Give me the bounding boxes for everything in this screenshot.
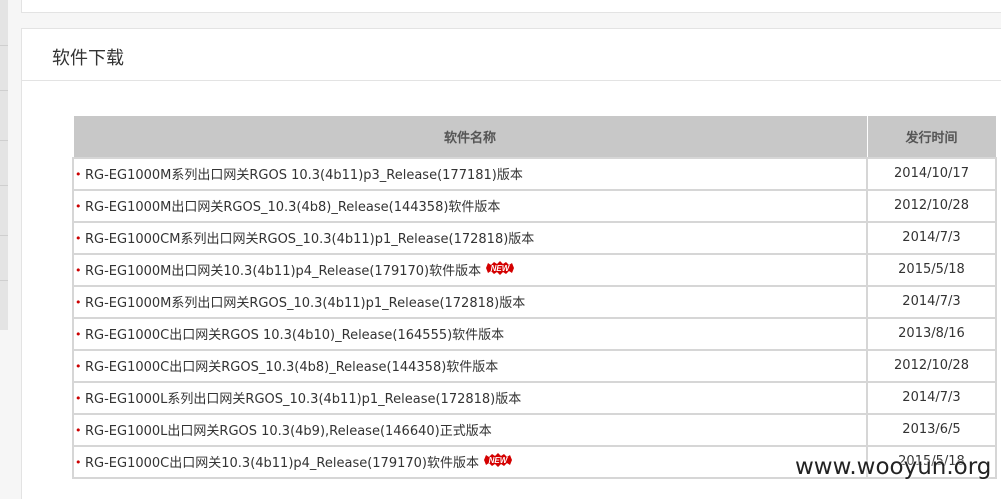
software-download-link[interactable]: RG-EG1000C出口网关RGOS_10.3(4b8)_Release(144… bbox=[85, 360, 498, 375]
bullet-icon: • bbox=[75, 295, 82, 309]
table-row: • RG-EG1000C出口网关RGOS_10.3(4b8)_Release(1… bbox=[72, 348, 997, 383]
bullet-icon: • bbox=[75, 167, 82, 181]
software-name-cell: • RG-EG1000M系列出口网关RGOS 10.3(4b11)p3_Rele… bbox=[72, 156, 868, 191]
left-sidebar-edge bbox=[0, 0, 8, 330]
new-badge-text: NEW bbox=[491, 264, 511, 273]
new-badge-text: NEW bbox=[489, 456, 509, 465]
table-header-row: 软件名称 发行时间 bbox=[72, 115, 997, 158]
release-date-cell: 2012/10/28 bbox=[866, 188, 997, 223]
release-date-cell: 2012/10/28 bbox=[866, 348, 997, 383]
column-header-name: 软件名称 bbox=[72, 115, 868, 158]
release-date-cell: 2015/5/18 bbox=[866, 252, 997, 287]
bullet-icon: • bbox=[75, 391, 82, 405]
bullet-icon: • bbox=[75, 359, 82, 373]
bullet-icon: • bbox=[75, 327, 82, 341]
table-row: • RG-EG1000M出口网关10.3(4b11)p4_Release(179… bbox=[72, 252, 997, 287]
software-download-link[interactable]: RG-EG1000CM系列出口网关RGOS_10.3(4b11)p1_Relea… bbox=[85, 232, 534, 247]
download-table: 软件名称 发行时间 • RG-EG1000M系列出口网关RGOS 10.3(4b… bbox=[72, 115, 997, 479]
release-date-cell: 2014/7/3 bbox=[866, 220, 997, 255]
table-row: • RG-EG1000L出口网关RGOS 10.3(4b9),Release(1… bbox=[72, 412, 997, 447]
bullet-icon: • bbox=[75, 423, 82, 437]
software-name-cell: • RG-EG1000C出口网关RGOS 10.3(4b10)_Release(… bbox=[72, 316, 868, 351]
bullet-icon: • bbox=[75, 263, 82, 277]
software-download-link[interactable]: RG-EG1000C出口网关10.3(4b11)p4_Release(17917… bbox=[85, 456, 479, 471]
software-download-link[interactable]: RG-EG1000M出口网关10.3(4b11)p4_Release(17917… bbox=[85, 264, 481, 279]
table-row: • RG-EG1000M系列出口网关RGOS_10.3(4b11)p1_Rele… bbox=[72, 284, 997, 319]
table-row: • RG-EG1000C出口网关RGOS 10.3(4b10)_Release(… bbox=[72, 316, 997, 351]
software-download-link[interactable]: RG-EG1000M系列出口网关RGOS 10.3(4b11)p3_Releas… bbox=[85, 168, 523, 183]
panel-header: 软件下载 bbox=[22, 29, 1001, 81]
software-name-cell: • RG-EG1000L出口网关RGOS 10.3(4b9),Release(1… bbox=[72, 412, 868, 447]
previous-panel bbox=[21, 0, 1001, 13]
table-row: • RG-EG1000L系列出口网关RGOS_10.3(4b11)p1_Rele… bbox=[72, 380, 997, 415]
panel-title: 软件下载 bbox=[52, 48, 124, 69]
column-header-date: 发行时间 bbox=[866, 115, 997, 158]
release-date-cell: 2014/10/17 bbox=[866, 156, 997, 191]
new-badge-icon: NEW bbox=[482, 452, 514, 471]
software-name-cell: • RG-EG1000M出口网关RGOS_10.3(4b8)_Release(1… bbox=[72, 188, 868, 223]
software-download-link[interactable]: RG-EG1000M系列出口网关RGOS_10.3(4b11)p1_Releas… bbox=[85, 296, 525, 311]
software-download-link[interactable]: RG-EG1000L出口网关RGOS 10.3(4b9),Release(146… bbox=[85, 424, 492, 439]
bullet-icon: • bbox=[75, 231, 82, 245]
software-name-cell: • RG-EG1000CM系列出口网关RGOS_10.3(4b11)p1_Rel… bbox=[72, 220, 868, 255]
software-name-cell: • RG-EG1000C出口网关RGOS_10.3(4b8)_Release(1… bbox=[72, 348, 868, 383]
new-badge-icon: NEW bbox=[484, 260, 516, 279]
software-name-cell: • RG-EG1000M出口网关10.3(4b11)p4_Release(179… bbox=[72, 252, 868, 287]
software-download-link[interactable]: RG-EG1000M出口网关RGOS_10.3(4b8)_Release(144… bbox=[85, 200, 500, 215]
table-row: • RG-EG1000CM系列出口网关RGOS_10.3(4b11)p1_Rel… bbox=[72, 220, 997, 255]
software-name-cell: • RG-EG1000M系列出口网关RGOS_10.3(4b11)p1_Rele… bbox=[72, 284, 868, 319]
software-name-cell: • RG-EG1000C出口网关10.3(4b11)p4_Release(179… bbox=[72, 444, 868, 479]
table-row: • RG-EG1000M出口网关RGOS_10.3(4b8)_Release(1… bbox=[72, 188, 997, 223]
bullet-icon: • bbox=[75, 199, 82, 213]
release-date-cell: 2014/7/3 bbox=[866, 380, 997, 415]
bullet-icon: • bbox=[75, 455, 82, 469]
software-download-link[interactable]: RG-EG1000C出口网关RGOS 10.3(4b10)_Release(16… bbox=[85, 328, 504, 343]
software-name-cell: • RG-EG1000L系列出口网关RGOS_10.3(4b11)p1_Rele… bbox=[72, 380, 868, 415]
release-date-cell: 2014/7/3 bbox=[866, 284, 997, 319]
watermark: www.wooyun.org bbox=[795, 454, 992, 480]
release-date-cell: 2013/8/16 bbox=[866, 316, 997, 351]
software-download-link[interactable]: RG-EG1000L系列出口网关RGOS_10.3(4b11)p1_Releas… bbox=[85, 392, 521, 407]
release-date-cell: 2013/6/5 bbox=[866, 412, 997, 447]
table-row: • RG-EG1000M系列出口网关RGOS 10.3(4b11)p3_Rele… bbox=[72, 156, 997, 191]
